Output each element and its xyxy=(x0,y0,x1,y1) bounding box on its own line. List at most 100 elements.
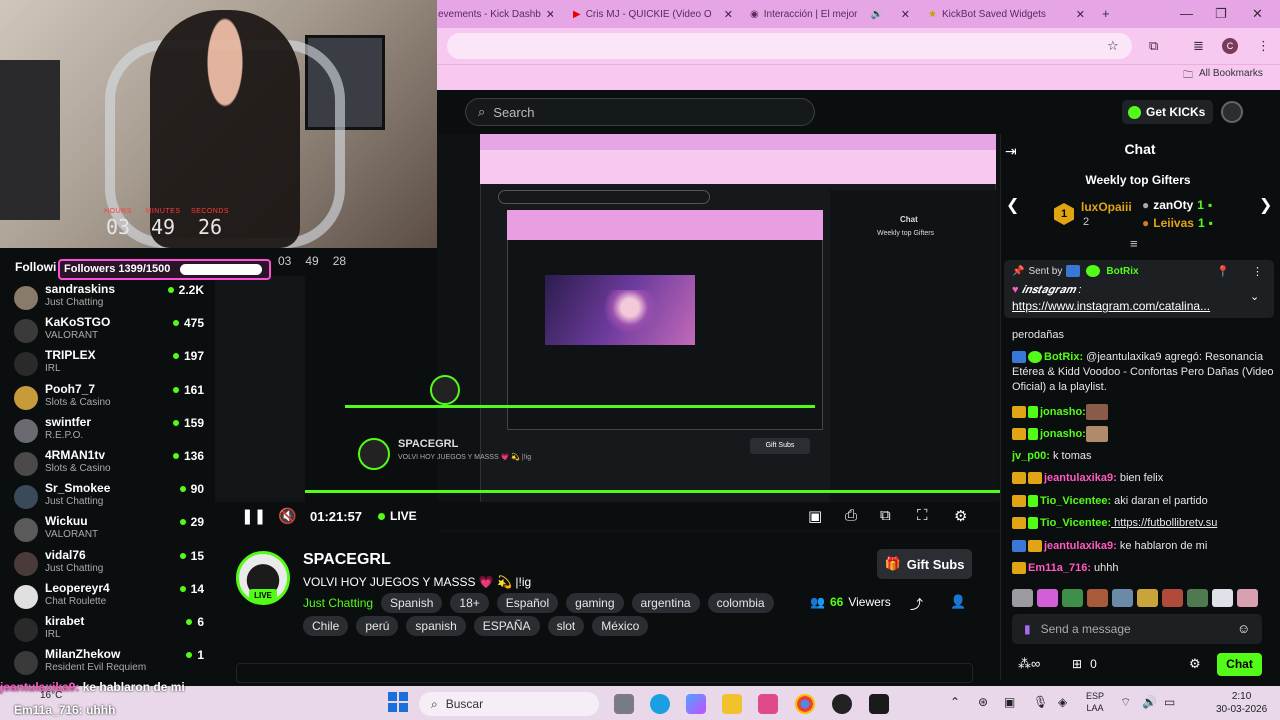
tag[interactable]: perú xyxy=(356,616,399,636)
extensions-icon[interactable]: ⧉ xyxy=(1149,38,1158,54)
clip-icon[interactable]: ⎙ xyxy=(845,507,857,524)
following-item[interactable]: 4RMAN1tv Slots & Casino 136 xyxy=(14,448,204,481)
media-icon[interactable]: ≣ xyxy=(1193,38,1204,54)
tag[interactable]: argentina xyxy=(631,593,700,613)
expand-gifters-icon[interactable]: ≡ xyxy=(1130,236,1138,251)
all-bookmarks[interactable]: 🗀 All Bookmarks xyxy=(1183,68,1263,85)
emote-icon[interactable] xyxy=(1012,589,1033,607)
store-icon[interactable] xyxy=(758,694,778,714)
tag[interactable]: Chile xyxy=(303,616,349,636)
following-item[interactable]: KaKoSTGO VALORANT 475 xyxy=(14,315,204,348)
emote-icon[interactable] xyxy=(1137,589,1158,607)
tag[interactable]: colombia xyxy=(707,593,774,613)
language-indicator[interactable]: ESP LAA xyxy=(1086,690,1104,714)
following-item[interactable]: vidal76 Just Chatting 15 xyxy=(14,548,204,581)
tray-overflow-icon[interactable]: ⌃ xyxy=(950,695,960,709)
tag[interactable]: 18+ xyxy=(450,593,489,613)
obs-icon[interactable] xyxy=(832,694,852,714)
category-link[interactable]: Just Chatting xyxy=(303,593,373,613)
profile-avatar[interactable]: C xyxy=(1222,38,1238,54)
settings-icon[interactable]: ⚙ xyxy=(954,507,967,525)
emote-icon[interactable] xyxy=(1037,589,1058,607)
close-icon[interactable]: ✕ xyxy=(724,8,733,21)
microphone-icon[interactable]: 🎙 xyxy=(1033,695,1048,709)
kicks-balance-icon[interactable]: ⁂∞ xyxy=(1018,656,1040,672)
search-input[interactable]: ⌕ Search xyxy=(465,98,815,126)
gifter-entry[interactable]: ● Leiivas 1 ▪ xyxy=(1142,216,1213,230)
battery-icon[interactable]: ▭ xyxy=(1164,695,1175,709)
pinned-menu-icon[interactable]: ⋮ xyxy=(1252,265,1263,278)
url-field[interactable] xyxy=(447,33,1132,59)
tag[interactable]: gaming xyxy=(566,593,624,613)
minimize-icon[interactable]: — xyxy=(1180,6,1193,21)
share-icon[interactable]: ⤴ xyxy=(910,594,923,613)
following-item[interactable]: swintfer R.E.P.O. 159 xyxy=(14,415,204,448)
gifter-name[interactable]: luxOpaiii xyxy=(1081,200,1132,214)
get-kicks-button[interactable]: Get KICKs xyxy=(1122,100,1213,124)
tag[interactable]: ESPAÑA xyxy=(473,616,540,636)
tag[interactable]: spanish xyxy=(406,616,466,636)
tray-app-icon[interactable]: ▣ xyxy=(1004,695,1015,709)
following-item[interactable]: sandraskins Just Chatting 2.2K xyxy=(14,282,204,315)
copilot-icon[interactable] xyxy=(686,694,706,714)
tag[interactable]: Spanish xyxy=(381,593,443,613)
tab-kickbot[interactable]: ★ KickBot Saved Widgets ✕ xyxy=(928,4,1085,24)
emote-icon[interactable] xyxy=(1062,589,1083,607)
tray-app-icon[interactable]: ⊛ xyxy=(978,695,988,709)
follow-icon[interactable]: 👤 xyxy=(950,594,966,610)
chat-settings-icon[interactable]: ⚙ xyxy=(1189,656,1201,672)
tag[interactable]: slot xyxy=(547,616,585,636)
gifters-prev-icon[interactable]: ❮ xyxy=(1006,195,1019,215)
following-item[interactable]: TRIPLEX IRL 197 xyxy=(14,348,204,381)
taskbar-search[interactable]: ⌕ Buscar xyxy=(419,692,599,716)
volume-icon[interactable]: 🔊 xyxy=(1142,695,1157,709)
tab-interaccion[interactable]: ◉ Interacción | El mejor 🔊 ✕ xyxy=(750,4,910,24)
menu-icon[interactable]: ⋮ xyxy=(1257,38,1270,54)
pinned-expand-icon[interactable]: ⌄ xyxy=(1250,290,1259,303)
send-chat-button[interactable]: Chat xyxy=(1217,653,1262,676)
epic-games-icon[interactable] xyxy=(869,694,889,714)
task-view-icon[interactable] xyxy=(614,694,634,714)
tab-achievements[interactable]: evements - Kick Dashb ✕ xyxy=(438,4,553,24)
pause-icon[interactable]: ❚❚ xyxy=(241,507,266,525)
chrome-icon[interactable] xyxy=(795,694,815,714)
bookmark-star-icon[interactable]: ☆ xyxy=(1107,38,1119,54)
pinned-link[interactable]: https://www.instagram.com/catalina... xyxy=(1012,299,1210,313)
tag[interactable]: México xyxy=(592,616,649,636)
wifi-icon[interactable]: ⌔ xyxy=(1120,695,1131,710)
tray-app-icon[interactable]: ◈ xyxy=(1058,695,1067,709)
tag[interactable]: Español xyxy=(496,593,559,613)
following-item[interactable]: Pooh7_7 Slots & Casino 161 xyxy=(14,382,204,415)
mute-icon[interactable]: 🔇 xyxy=(278,507,297,525)
user-avatar[interactable] xyxy=(1221,101,1243,123)
restore-icon[interactable]: ❐ xyxy=(1215,6,1227,22)
following-item[interactable]: Leopereyr4 Chat Roulette 14 xyxy=(14,581,204,614)
emote-icon[interactable] xyxy=(1237,589,1258,607)
theater-mode-icon[interactable]: ▣ xyxy=(808,507,822,525)
following-item[interactable]: Sr_Smokee Just Chatting 90 xyxy=(14,481,204,514)
gifter-entry[interactable]: ● zanOty 1 ▪ xyxy=(1142,198,1212,212)
emote-icon[interactable] xyxy=(1112,589,1133,607)
window-close-icon[interactable]: ✕ xyxy=(1252,6,1263,22)
emote-icon[interactable] xyxy=(1187,589,1208,607)
emote-icon[interactable] xyxy=(1212,589,1233,607)
taskbar-clock[interactable]: 2:10 30-03-2026 xyxy=(1216,690,1267,716)
close-icon[interactable]: ✕ xyxy=(546,8,553,21)
edge-icon[interactable] xyxy=(650,694,670,714)
windows-start-icon[interactable] xyxy=(388,692,408,712)
following-item[interactable]: Wickuu VALORANT 29 xyxy=(14,514,204,547)
fullscreen-icon[interactable]: ⛶ xyxy=(917,507,928,524)
emote-icon[interactable] xyxy=(1162,589,1183,607)
unpin-icon[interactable]: 📍 xyxy=(1216,265,1230,278)
streamer-name[interactable]: SPACEGRL xyxy=(303,551,391,569)
emote-icon[interactable] xyxy=(1087,589,1108,607)
tab-youtube[interactable]: ▶ Cris MJ - QUICKIE (Video O ✕ xyxy=(573,4,733,24)
gifters-next-icon[interactable]: ❯ xyxy=(1259,195,1272,215)
close-icon[interactable]: ✕ xyxy=(1076,8,1085,21)
following-item[interactable]: MilanZhekow Resident Evil Requiem 1 xyxy=(14,647,204,680)
chat-input[interactable]: ▮ Send a message xyxy=(1012,614,1262,644)
file-explorer-icon[interactable] xyxy=(722,694,742,714)
pip-icon[interactable]: ⧉ xyxy=(880,507,891,524)
close-icon[interactable]: ✕ xyxy=(901,8,910,21)
gift-subs-button[interactable]: 🎁 Gift Subs xyxy=(877,549,972,579)
